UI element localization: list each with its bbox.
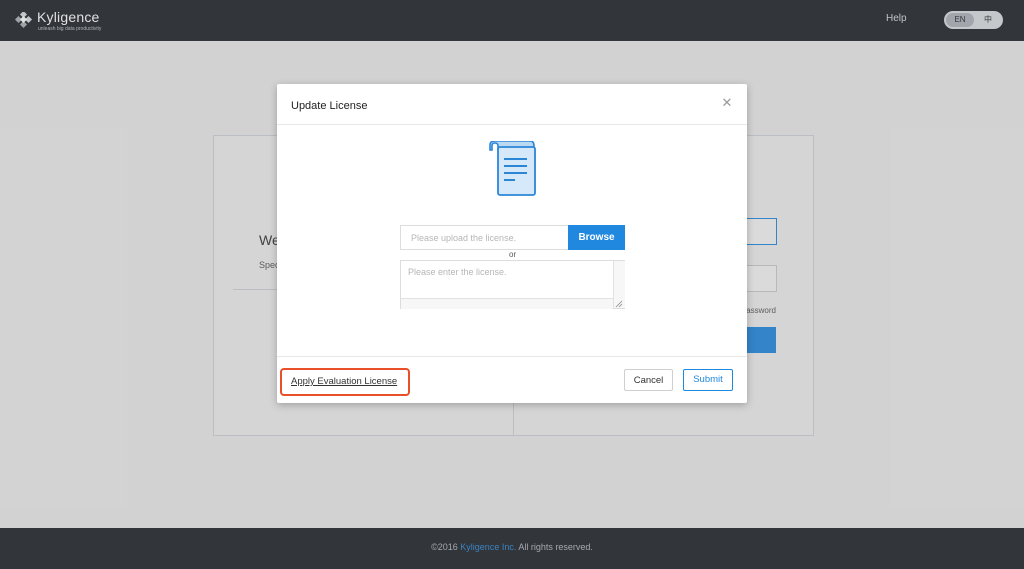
dialog-title: Update License [291, 100, 368, 112]
resize-grip-icon[interactable] [615, 300, 623, 308]
textarea-horizontal-scrollbar[interactable] [401, 298, 613, 309]
submit-button[interactable]: Submit [683, 369, 733, 391]
apply-evaluation-license-link[interactable]: Apply Evaluation License [291, 376, 397, 387]
browse-button[interactable]: Browse [568, 225, 625, 250]
dialog-footer-divider [277, 356, 747, 357]
or-separator: or [509, 250, 517, 259]
license-textarea[interactable]: Please enter the license. [400, 260, 625, 309]
update-license-dialog: Update License ✕ Please upload the licen… [277, 84, 747, 403]
license-document-icon [489, 141, 536, 196]
license-textarea-placeholder: Please enter the license. [408, 267, 507, 277]
license-file-placeholder: Please upload the license. [411, 233, 517, 243]
license-file-input[interactable]: Please upload the license. [400, 225, 568, 250]
dialog-header-divider [277, 124, 747, 125]
cancel-button[interactable]: Cancel [624, 369, 673, 391]
close-icon[interactable]: ✕ [721, 96, 733, 109]
